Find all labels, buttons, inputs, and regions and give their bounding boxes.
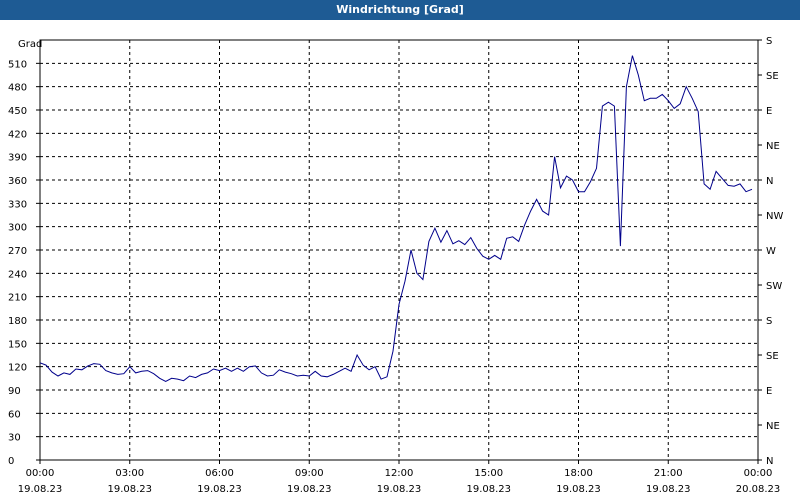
x-tick-date-label: 19.08.23 xyxy=(197,484,242,495)
x-tick-time-label: 00:00 xyxy=(26,468,55,479)
right-axis-compass-label: NW xyxy=(766,211,783,222)
x-tick-date-label: 19.08.23 xyxy=(377,484,422,495)
series-line xyxy=(39,55,753,382)
y-axis-right: N NE E SE S SW W NW N NE E SE S xyxy=(758,36,783,467)
y-tick-label: 390 xyxy=(8,153,27,164)
x-tick-date-label: 20.08.23 xyxy=(736,484,781,495)
right-axis-compass-label: NE xyxy=(766,141,780,152)
x-tick-time-label: 15:00 xyxy=(474,468,503,479)
y-tick-label: 60 xyxy=(8,409,21,420)
right-axis-compass-label: NE xyxy=(766,421,780,432)
y-tick-label: 330 xyxy=(8,199,27,210)
y-tick-label: 270 xyxy=(8,246,27,257)
y-tick-label: 0 xyxy=(8,456,14,467)
series-layer xyxy=(39,55,753,382)
x-tick-time-label: 12:00 xyxy=(385,468,414,479)
right-axis-compass-label: SE xyxy=(766,351,779,362)
right-axis-compass-label: N xyxy=(766,456,773,467)
right-axis-compass-label: SE xyxy=(766,71,779,82)
grid-lines xyxy=(40,40,758,460)
y-tick-label: 120 xyxy=(8,363,27,374)
x-tick-date-label: 19.08.23 xyxy=(107,484,152,495)
y-tick-label: 300 xyxy=(8,223,27,234)
right-axis-compass-label: E xyxy=(766,106,772,117)
x-tick-time-label: 06:00 xyxy=(205,468,234,479)
x-tick-time-label: 09:00 xyxy=(295,468,324,479)
x-tick-date-label: 19.08.23 xyxy=(466,484,511,495)
x-tick-time-label: 00:00 xyxy=(744,468,773,479)
right-axis-compass-label: S xyxy=(766,36,772,47)
x-tick-date-label: 19.08.23 xyxy=(646,484,691,495)
right-axis-compass-label: SW xyxy=(766,281,782,292)
x-tick-date-label: 19.08.23 xyxy=(18,484,63,495)
x-tick-time-label: 03:00 xyxy=(115,468,144,479)
x-tick-date-label: 19.08.23 xyxy=(287,484,332,495)
y-tick-label: 90 xyxy=(8,386,21,397)
x-tick-time-label: 21:00 xyxy=(654,468,683,479)
right-axis-compass-label: W xyxy=(766,246,776,257)
y-axis-left: 0 30 60 90 120 150 180 210 240 270 300 330 360 390 420… xyxy=(8,59,40,467)
y-axis-label: Grad xyxy=(18,39,42,50)
y-tick-label: 420 xyxy=(8,129,27,140)
y-tick-label: 180 xyxy=(8,316,27,327)
x-axis: 00:00 19.08.23 03:00 19.08.23 06:00 19.08.23 0… xyxy=(18,460,781,495)
y-tick-label: 240 xyxy=(8,269,27,280)
y-tick-label: 450 xyxy=(8,106,27,117)
x-tick-date-label: 19.08.23 xyxy=(556,484,601,495)
right-axis-compass-label: E xyxy=(766,386,772,397)
y-tick-label: 480 xyxy=(8,83,27,94)
y-tick-label: 360 xyxy=(8,176,27,187)
y-tick-label: 210 xyxy=(8,293,27,304)
window-title: Windrichtung [Grad] xyxy=(0,0,800,20)
right-axis-compass-label: N xyxy=(766,176,773,187)
y-tick-label: 150 xyxy=(8,339,27,350)
right-axis-compass-label: S xyxy=(766,316,772,327)
y-tick-label: 510 xyxy=(8,59,27,70)
y-tick-label: 30 xyxy=(8,433,21,444)
x-tick-time-label: 18:00 xyxy=(564,468,593,479)
wind-direction-chart: 0 30 60 90 120 150 180 210 240 270 300 330 360 390 420… xyxy=(8,36,783,495)
